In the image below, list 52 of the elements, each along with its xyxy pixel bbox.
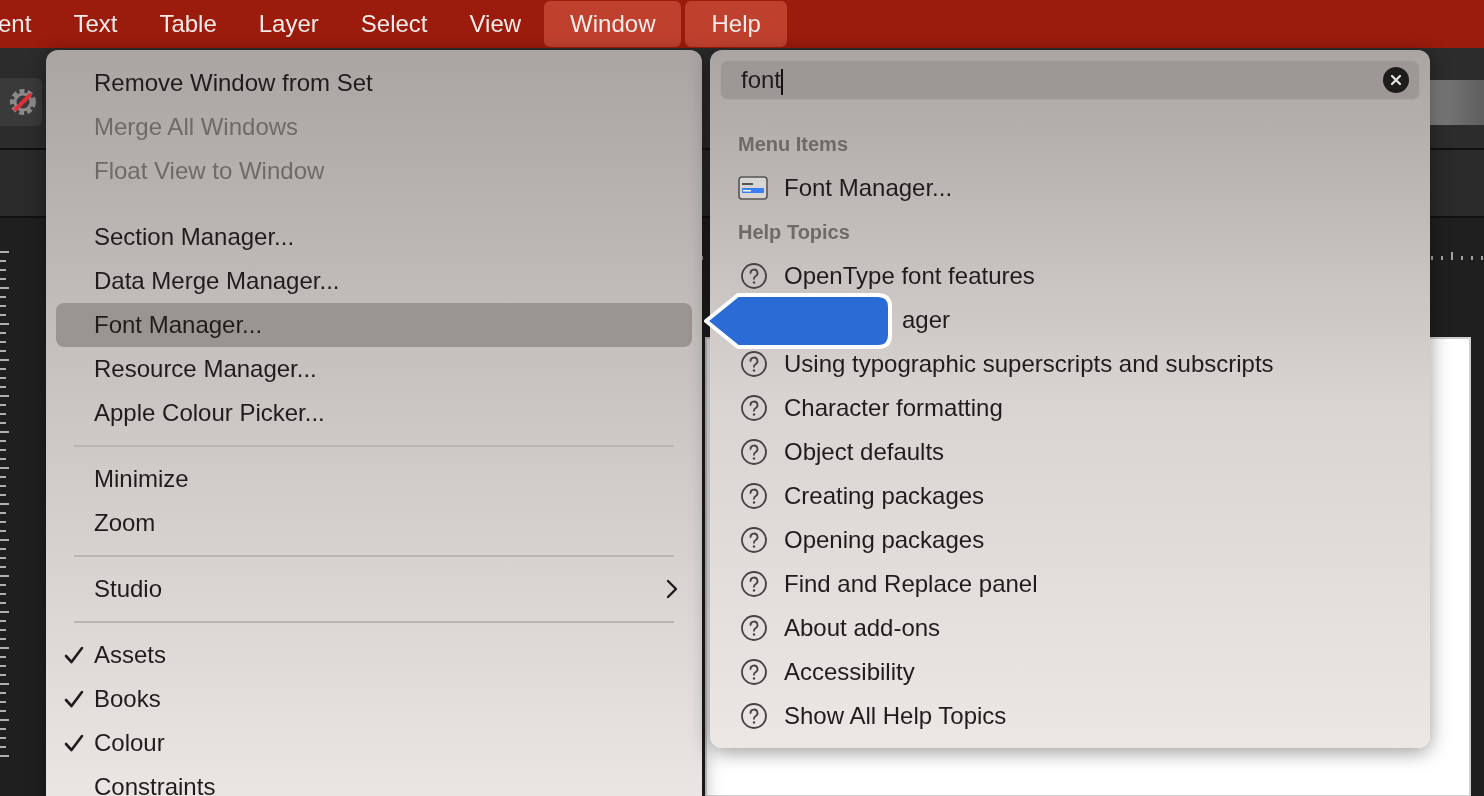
search-result-item[interactable]: Show All Help Topics [720, 694, 1420, 738]
question-icon [740, 482, 768, 510]
question-icon [740, 570, 768, 598]
question-icon [740, 702, 768, 730]
search-result-item[interactable]: Font Manager... [720, 166, 1420, 210]
checkmark-icon [64, 645, 84, 665]
chevron-right-icon [666, 579, 678, 599]
menu-item[interactable]: Section Manager... [56, 215, 692, 259]
menu-item[interactable]: Font Manager... [56, 303, 692, 347]
menu-bar-item[interactable]: Help [685, 1, 787, 47]
menu-item[interactable]: Apple Colour Picker... [56, 391, 692, 435]
search-result-item[interactable]: Opening packages [720, 518, 1420, 562]
menu-bar-item[interactable]: Layer [237, 1, 340, 47]
search-result-item[interactable]: Using typographic superscripts and subscripts [720, 342, 1420, 386]
menu-item[interactable]: Colour [56, 721, 692, 765]
search-result-item[interactable]: Object defaults [720, 430, 1420, 474]
menu-bar-item[interactable]: Table [138, 1, 238, 47]
menu-item[interactable]: Data Merge Manager... [56, 259, 692, 303]
menu-bar-item[interactable]: Window [544, 1, 682, 47]
menu-item[interactable]: Books [56, 677, 692, 721]
checkmark-icon [64, 733, 84, 753]
search-result-item[interactable]: About add-ons [720, 606, 1420, 650]
window-icon [738, 176, 768, 200]
question-icon [740, 658, 768, 686]
menu-item[interactable]: Assets [56, 633, 692, 677]
question-icon [740, 526, 768, 554]
question-icon [740, 614, 768, 642]
search-result-item[interactable]: OpenType font features [720, 254, 1420, 298]
question-icon [740, 350, 768, 378]
search-field[interactable]: font [720, 60, 1420, 100]
menu-bar-item[interactable]: Select [339, 1, 449, 47]
menu-item[interactable]: Zoom [56, 501, 692, 545]
menu-bar-item[interactable]: View [448, 1, 543, 47]
section-header: Help Topics [738, 220, 850, 245]
menu-item[interactable]: Resource Manager... [56, 347, 692, 391]
question-icon [740, 262, 768, 290]
menu-item[interactable]: Minimize [56, 457, 692, 501]
toolbar-button[interactable] [0, 78, 42, 126]
menu-item[interactable]: Constraints [56, 765, 692, 796]
menu-item[interactable]: Remove Window from Set [56, 61, 692, 105]
search-result-item[interactable]: Find and Replace panel [720, 562, 1420, 606]
search-result-text[interactable]: ager [902, 302, 951, 338]
section-header: Menu Items [738, 132, 849, 157]
menu-bar-item[interactable]: Text [52, 1, 139, 47]
search-result-item[interactable]: Accessibility [720, 650, 1420, 694]
checkmark-icon [64, 689, 84, 709]
clear-icon[interactable] [1383, 67, 1409, 93]
menu-item[interactable]: Studio [56, 567, 692, 611]
search-result-item[interactable]: Character formatting [720, 386, 1420, 430]
question-icon [740, 438, 768, 466]
question-icon [740, 394, 768, 422]
search-result-item[interactable]: Creating packages [720, 474, 1420, 518]
